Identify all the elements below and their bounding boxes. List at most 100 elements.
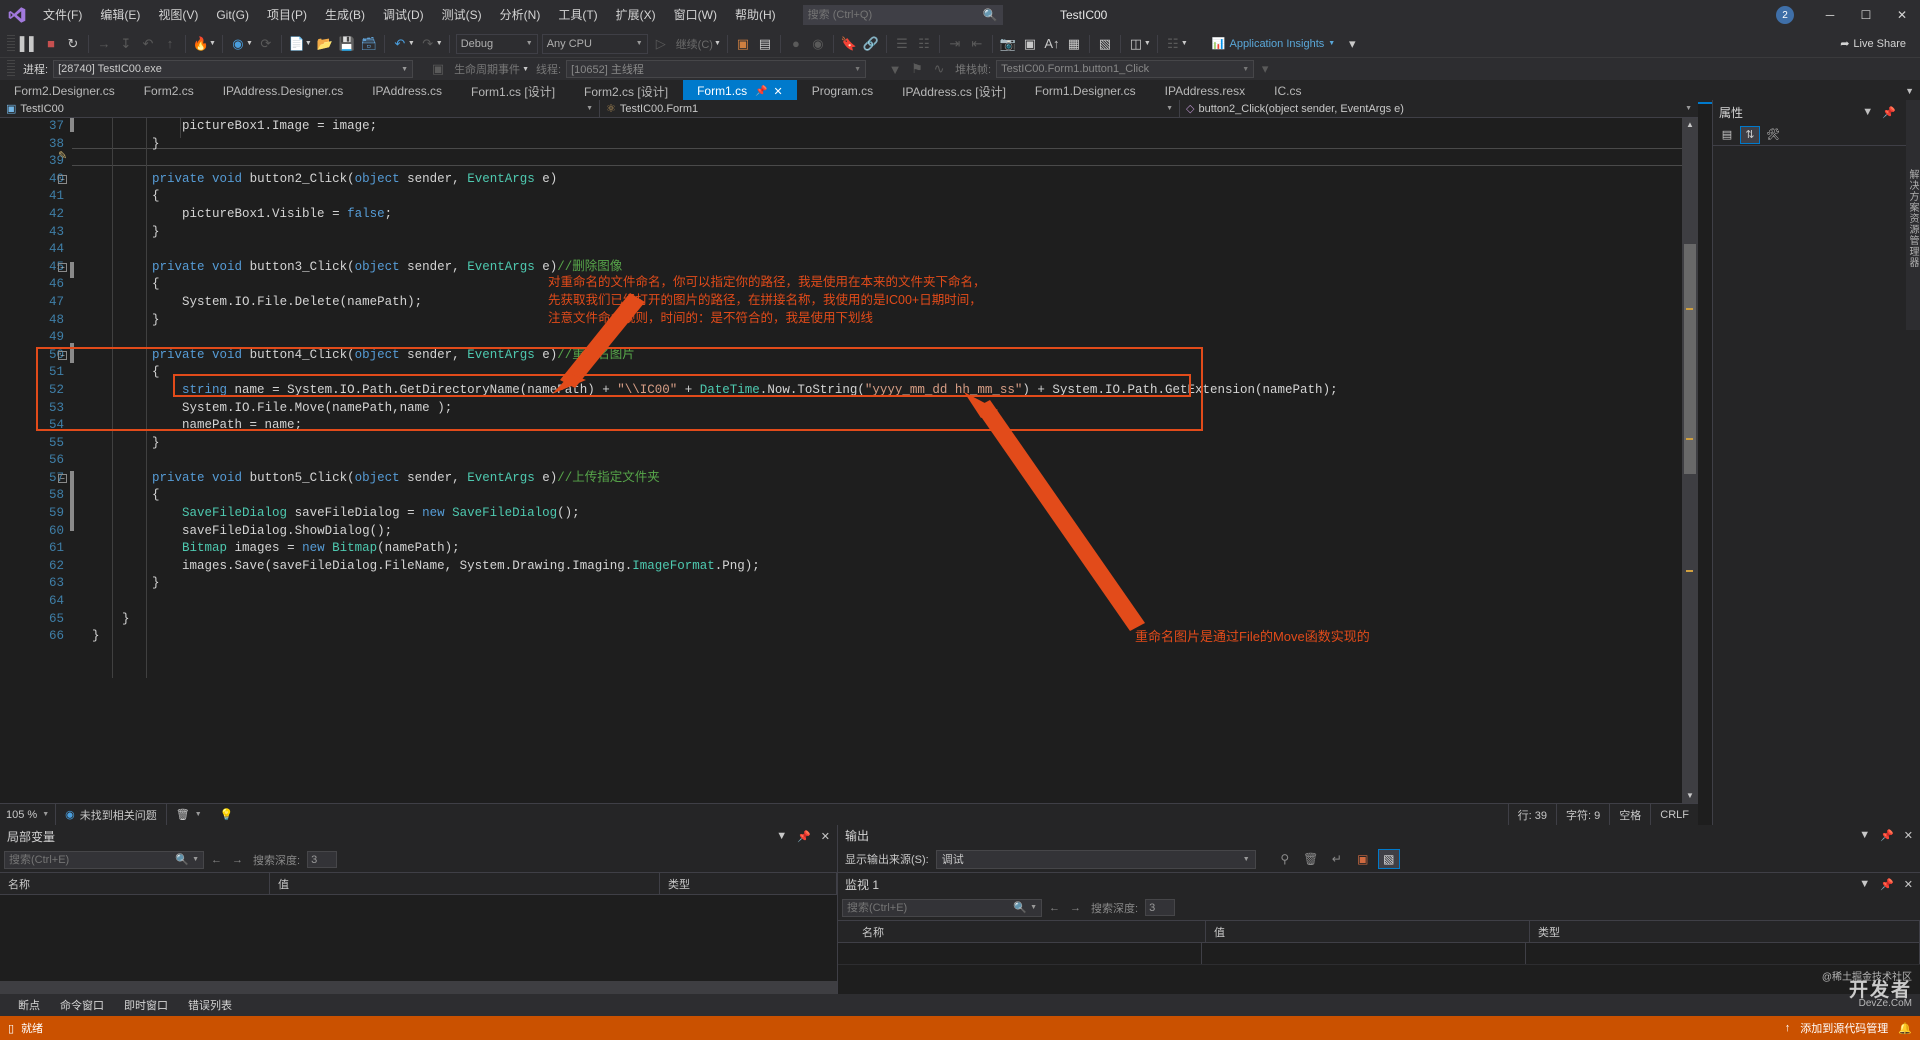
close-icon[interactable]: ✕ xyxy=(821,830,830,843)
fold-margin[interactable]: − − − − xyxy=(58,118,72,803)
output-clear-icon[interactable]: 🗑 xyxy=(1300,849,1322,869)
debug-toolbar-grip[interactable] xyxy=(7,60,15,78)
process-combo[interactable]: [28740] TestIC00.exe ▼ xyxy=(53,60,413,78)
flag-icon[interactable]: ⚑ xyxy=(906,58,928,80)
pin-icon[interactable]: 📌 xyxy=(755,86,767,97)
memory-caret-icon[interactable]: ▼ xyxy=(1144,40,1151,47)
close-icon[interactable]: ✕ xyxy=(774,85,783,98)
output-wrap-icon[interactable]: ↵ xyxy=(1326,849,1348,869)
navigate-forward-icon[interactable]: ⟳ xyxy=(255,33,277,55)
nav-project-cell[interactable]: ▣ TestIC00 ▼ xyxy=(0,100,600,118)
stack-combo[interactable]: TestIC00.Form1.button1_Click ▼ xyxy=(996,60,1254,78)
notification-badge[interactable]: 2 xyxy=(1776,6,1794,24)
live-share-button[interactable]: ➦ Live Share xyxy=(1840,37,1906,50)
solution-explorer-vertical-tab[interactable]: 解决方案资源管理器 xyxy=(1906,100,1920,330)
output-settings-icon[interactable]: ▧ xyxy=(1378,849,1400,869)
locals-search-box[interactable]: 🔍 ▼ xyxy=(4,851,204,869)
start-debug-icon[interactable]: ▷ xyxy=(650,33,672,55)
platform-combo[interactable]: Any CPU ▼ xyxy=(542,34,648,54)
lightbulb-button[interactable]: 💡 xyxy=(211,804,243,826)
menu-item-extensions[interactable]: 扩展(X) xyxy=(607,3,665,27)
filter-icon[interactable]: ▼ xyxy=(884,58,906,80)
pin-icon[interactable]: 📌 xyxy=(1882,106,1896,119)
fold-toggle[interactable]: − xyxy=(58,175,67,184)
bookmark-next-icon[interactable]: 🔗 xyxy=(860,33,882,55)
menu-item-file[interactable]: 文件(F) xyxy=(34,3,91,27)
properties-grid[interactable] xyxy=(1713,146,1920,825)
step-return-icon[interactable]: ↑ xyxy=(159,33,181,55)
lifecycle-events-icon[interactable]: ▣ xyxy=(427,58,449,80)
locals-search-input[interactable] xyxy=(9,854,175,866)
thread-combo[interactable]: [10652] 主线程 ▼ xyxy=(566,60,866,78)
source-control-up-icon[interactable]: ↑ xyxy=(1785,1022,1791,1034)
application-insights-button[interactable]: 📊 Application Insights ▼ xyxy=(1212,37,1335,50)
close-icon[interactable]: ✕ xyxy=(1904,829,1913,842)
step-out-icon[interactable]: ↶ xyxy=(137,33,159,55)
menu-item-view[interactable]: 视图(V) xyxy=(149,3,207,27)
pin-icon[interactable]: 📌 xyxy=(1880,878,1894,891)
menu-item-window[interactable]: 窗口(W) xyxy=(665,3,726,27)
grid-icon[interactable]: ▦ xyxy=(1063,33,1085,55)
undo-caret-icon[interactable]: ▼ xyxy=(408,40,415,47)
debug-overflow-icon[interactable]: ▾ xyxy=(1254,58,1276,80)
nav-member-cell[interactable]: ◇ button2_Click(object sender, EventArgs… xyxy=(1180,100,1698,118)
bookmark-icon[interactable]: 🔖 xyxy=(838,33,860,55)
code-text-area[interactable]: 3738394041424344454647484950515253545556… xyxy=(0,118,1698,803)
tab-list-chevron-icon[interactable]: ▼ xyxy=(1905,86,1914,96)
menu-item-project[interactable]: 项目(P) xyxy=(258,3,316,27)
global-search-box[interactable]: 🔍 xyxy=(803,5,1003,25)
watch-grid-body[interactable] xyxy=(838,943,1920,994)
save-icon[interactable]: 💾 xyxy=(336,33,358,55)
code-lines[interactable]: pictureBox1.Image = image; } private voi… xyxy=(92,118,1698,803)
indent-icon[interactable]: ⇥ xyxy=(944,33,966,55)
new-project-caret-icon[interactable]: ▼ xyxy=(305,40,312,47)
notification-bell-icon[interactable]: 🔔 xyxy=(1898,1022,1912,1035)
locals-grid-body[interactable] xyxy=(0,895,837,981)
watch-search-box[interactable]: 🔍 ▼ xyxy=(842,899,1042,917)
uncomment-icon[interactable]: ☷ xyxy=(913,33,935,55)
editor-vertical-scrollbar[interactable]: ▲ ▼ xyxy=(1682,118,1698,803)
outdent-icon[interactable]: ⇤ xyxy=(966,33,988,55)
table-row[interactable] xyxy=(838,943,1920,965)
step-into-icon[interactable]: → xyxy=(93,33,115,55)
locals-horizontal-scrollbar[interactable] xyxy=(0,981,837,994)
watch-depth-input[interactable]: 3 xyxy=(1145,899,1175,916)
nav-type-cell[interactable]: ⚛ TestIC00.Form1 ▼ xyxy=(600,100,1180,118)
output-find-icon[interactable]: ⚲ xyxy=(1274,849,1296,869)
close-button[interactable]: ✕ xyxy=(1884,0,1920,30)
search-next-icon[interactable]: → xyxy=(229,854,246,866)
fold-toggle[interactable]: − xyxy=(58,263,67,272)
bottom-tab-command-window[interactable]: 命令窗口 xyxy=(50,997,114,1013)
pause-icon[interactable]: ▌▌ xyxy=(18,33,40,55)
chevron-down-icon[interactable]: ▼ xyxy=(776,830,787,843)
global-search-input[interactable] xyxy=(808,9,983,21)
locals-depth-input[interactable]: 3 xyxy=(307,851,337,868)
open-file-icon[interactable]: 📂 xyxy=(314,33,336,55)
add-to-source-control-label[interactable]: 添加到源代码管理 xyxy=(1800,1020,1888,1036)
hot-reload-caret-icon[interactable]: ▼ xyxy=(209,40,216,47)
menu-item-test[interactable]: 测试(S) xyxy=(433,3,491,27)
menu-item-tools[interactable]: 工具(T) xyxy=(549,3,606,27)
toolbar-grip[interactable] xyxy=(7,35,15,53)
new-breakpoint-icon[interactable]: ◉ xyxy=(807,33,829,55)
pin-icon[interactable]: 📌 xyxy=(797,830,811,843)
diagnostics-icon[interactable]: ▧ xyxy=(1094,33,1116,55)
watch-search-input[interactable] xyxy=(847,902,1013,914)
bottom-tab-immediate-window[interactable]: 即时窗口 xyxy=(114,997,178,1013)
output-cancel-icon[interactable]: ▣ xyxy=(1352,849,1374,869)
step-over-icon[interactable]: ↧ xyxy=(115,33,137,55)
toolbar-overflow-icon[interactable]: ▾ xyxy=(1341,33,1363,55)
maximize-button[interactable]: ☐ xyxy=(1848,0,1884,30)
restart-icon[interactable]: ↻ xyxy=(62,33,84,55)
parallel-stacks-icon[interactable]: ∿ xyxy=(928,58,950,80)
bottom-tab-error-list[interactable]: 错误列表 xyxy=(178,997,242,1013)
screenshot-icon[interactable]: ▣ xyxy=(1019,33,1041,55)
panel-layout-icon[interactable]: ▤ xyxy=(754,33,776,55)
menu-item-analyze[interactable]: 分析(N) xyxy=(491,3,550,27)
comment-icon[interactable]: ☰ xyxy=(891,33,913,55)
scroll-up-arrow-icon[interactable]: ▲ xyxy=(1682,118,1698,132)
close-icon[interactable]: ✕ xyxy=(1904,878,1913,891)
live-preview-icon[interactable]: ▣ xyxy=(732,33,754,55)
zoom-selector[interactable]: 105 % ▼ xyxy=(0,804,56,826)
issues-indicator[interactable]: ◉ 未找到相关问题 xyxy=(56,804,166,826)
